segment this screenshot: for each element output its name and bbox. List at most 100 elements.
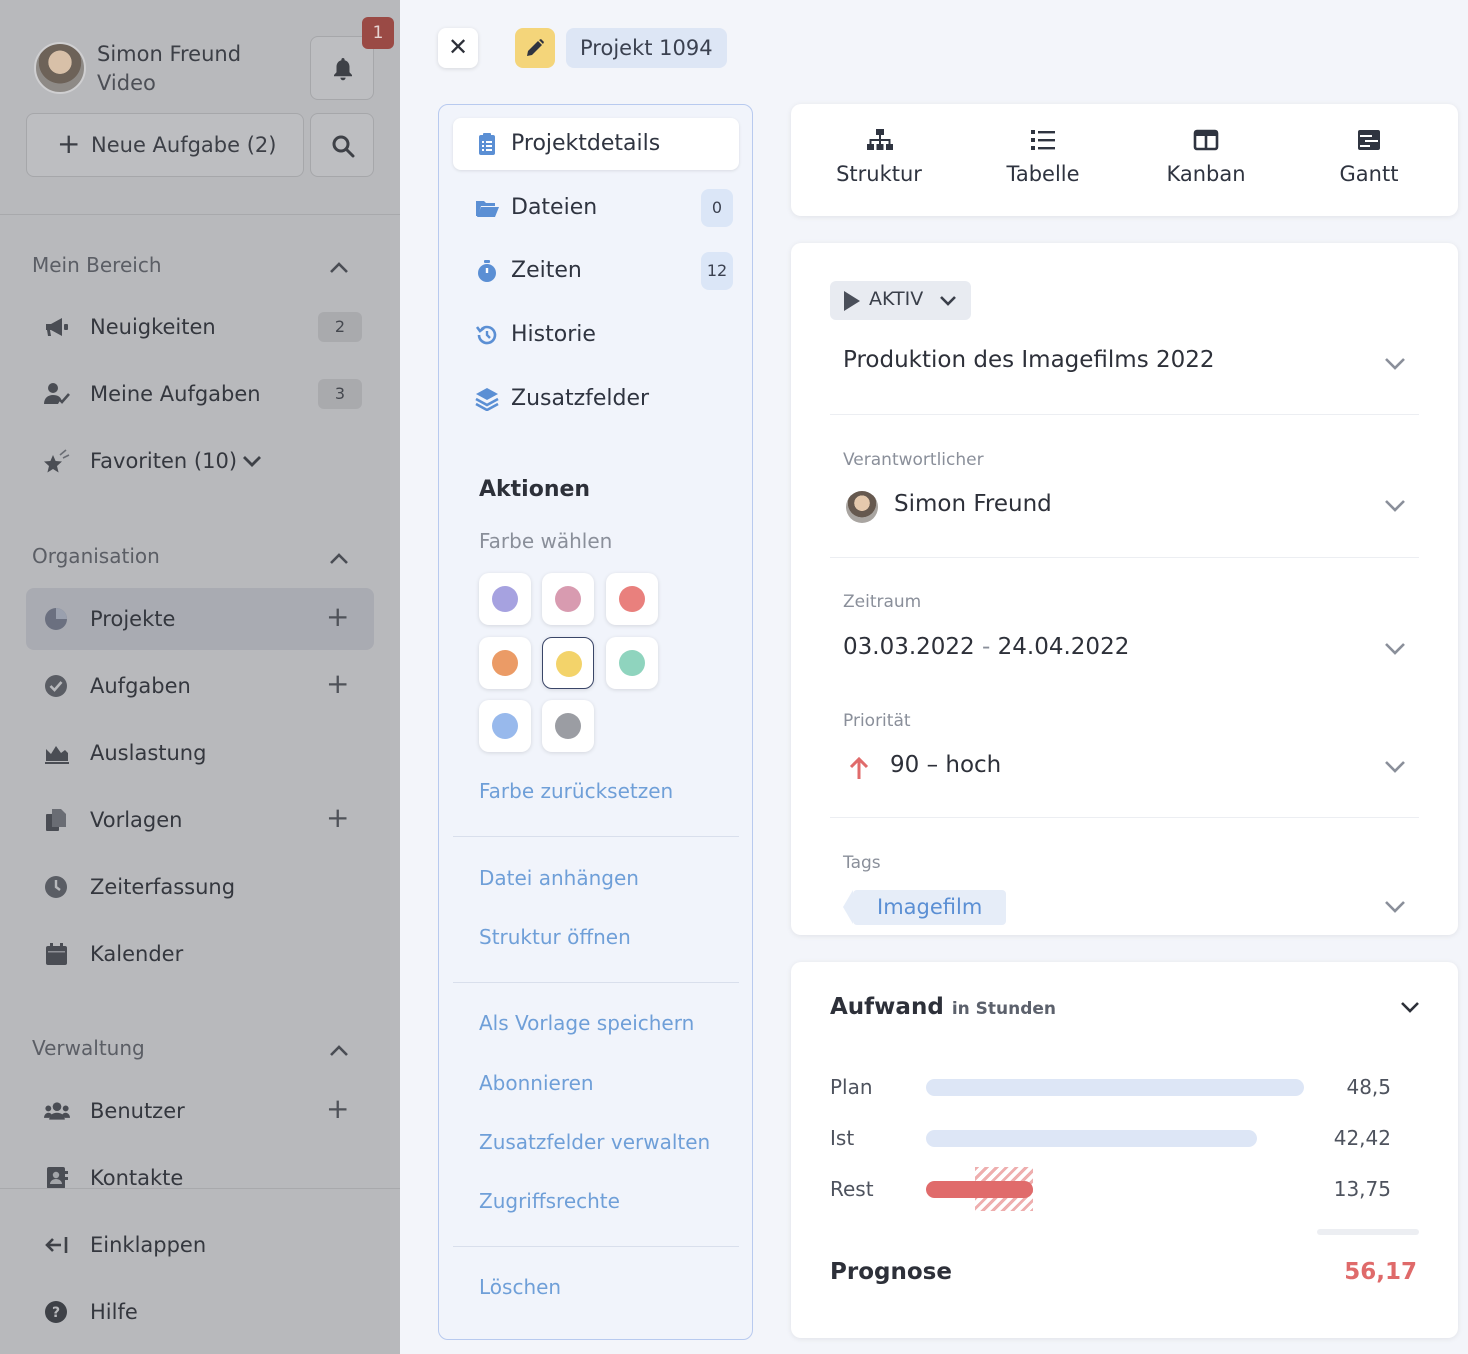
project-id-badge[interactable]: Projekt 1094 [566,28,727,68]
forecast-label: Prognose [830,1259,952,1285]
add-user-plus-icon[interactable]: + [326,1092,349,1125]
period-start: 03.03.2022 [843,634,975,660]
status-dropdown[interactable]: AKTIV [830,281,971,320]
color-swatch[interactable] [542,637,594,689]
reset-color-link[interactable]: Farbe zurücksetzen [479,779,673,803]
attach-file-link[interactable]: Datei anhängen [479,866,639,890]
sidebar-item-time-tracking[interactable]: Zeiterfassung [26,856,374,918]
search-button[interactable] [310,113,374,177]
manage-custom-fields-link[interactable]: Zusatzfelder verwalten [479,1130,710,1154]
nav-label: Zeiten [511,258,582,283]
color-swatch[interactable] [542,573,594,625]
user-avatar[interactable] [34,42,86,94]
access-rights-link[interactable]: Zugriffsrechte [479,1189,620,1213]
chevron-down-icon[interactable] [1383,899,1407,915]
sidebar-item-favorites[interactable]: Favoriten (10) [26,430,374,492]
clock-icon [45,876,67,898]
nav-history[interactable]: Historie [453,309,739,361]
section-organisation[interactable]: Organisation [32,544,160,568]
nav-times[interactable]: Zeiten 12 [453,245,739,297]
status-label: AKTIV [869,288,924,310]
effort-bar [926,1079,1304,1096]
chevron-down-icon[interactable] [1383,498,1407,514]
count-badge: 12 [701,252,733,290]
color-dot [556,651,582,677]
sidebar-item-workload[interactable]: Auslastung [26,722,374,784]
chevron-down-icon[interactable] [1383,759,1407,775]
sidebar-item-my-tasks[interactable]: Meine Aufgaben 3 [26,363,374,425]
subscribe-link[interactable]: Abonnieren [479,1071,594,1095]
chevron-down-icon[interactable] [1383,356,1407,372]
priority-label: Priorität [843,711,911,731]
owner-label: Verantwortlicher [843,450,984,470]
sidebar-item-label: Zeiterfassung [90,875,236,899]
new-task-button[interactable]: + Neue Aufgabe (2) [26,113,304,177]
sidebar-item-contacts[interactable]: Kontakte [26,1147,374,1209]
view-label: Gantt [1339,162,1399,186]
chevron-up-icon[interactable] [328,548,350,570]
save-as-template-link[interactable]: Als Vorlage speichern [479,1011,694,1035]
color-swatch[interactable] [606,573,658,625]
sidebar-item-users[interactable]: Benutzer + [26,1080,374,1142]
color-swatch[interactable] [479,573,531,625]
color-swatch[interactable] [606,637,658,689]
priority-value[interactable]: 90 – hoch [890,752,1001,778]
sidebar-item-news[interactable]: Neuigkeiten 2 [26,296,374,358]
sidebar-item-tasks[interactable]: Aufgaben + [26,655,374,717]
project-title[interactable]: Produktion des Imagefilms 2022 [843,347,1215,373]
notification-count-badge: 1 [362,17,394,49]
effort-bar [926,1130,1257,1147]
chevron-up-icon[interactable] [328,1040,350,1062]
effort-row-value: 48,5 [1346,1075,1391,1099]
period-separator: - [982,634,991,660]
sidebar-item-templates[interactable]: Vorlagen + [26,789,374,851]
user-name[interactable]: Simon Freund [97,40,241,69]
history-icon [475,325,497,345]
view-label: Kanban [1166,162,1246,186]
sidebar-item-calendar[interactable]: Kalender [26,923,374,985]
view-table-button[interactable]: Tabelle [973,104,1113,216]
owner-value[interactable]: Simon Freund [894,491,1052,517]
chevron-down-icon[interactable] [1383,641,1407,657]
arrow-up-icon [849,756,869,779]
add-project-plus-icon[interactable]: + [326,600,349,633]
forecast-value: 56,17 [1344,1259,1417,1285]
plus-icon: + [57,127,81,160]
view-gantt-button[interactable]: Gantt [1299,104,1439,216]
section-verwaltung[interactable]: Verwaltung [32,1036,145,1060]
add-task-plus-icon[interactable]: + [326,667,349,700]
view-structure-button[interactable]: Struktur [809,104,949,216]
tag-chip[interactable]: Imagefilm [842,890,1007,925]
add-template-plus-icon[interactable]: + [326,801,349,834]
effort-bar [926,1181,1033,1198]
chevron-up-icon[interactable] [328,257,350,279]
color-dot [492,713,518,739]
sidebar-item-projects[interactable]: Projekte + [26,588,374,650]
effort-card: Aufwand in Stunden Prognose 56,17 Plan 48… [791,962,1458,1338]
sidebar-item-help[interactable]: ? Hilfe [26,1281,374,1343]
close-button[interactable]: ✕ [438,28,478,68]
open-structure-link[interactable]: Struktur öffnen [479,925,631,949]
nav-files[interactable]: Dateien 0 [453,182,739,234]
color-swatch[interactable] [542,700,594,752]
check-circle-icon [45,675,67,697]
divider [830,414,1419,415]
chevron-down-icon[interactable] [1399,1000,1421,1016]
period-value[interactable]: 03.03.2022 - 24.04.2022 [843,634,1129,660]
nav-custom-fields[interactable]: Zusatzfelder [453,373,739,425]
color-swatch[interactable] [479,637,531,689]
view-label: Tabelle [1006,162,1080,186]
edit-button[interactable] [515,28,555,68]
sidebar-item-label: Meine Aufgaben [90,382,261,406]
color-swatch[interactable] [479,700,531,752]
sidebar-divider [0,214,400,215]
color-dot [492,586,518,612]
sidebar-item-label: Hilfe [90,1300,138,1324]
sidebar-item-collapse[interactable]: Einklappen [26,1214,374,1276]
section-mein-bereich[interactable]: Mein Bereich [32,253,162,277]
nav-project-details[interactable]: Projektdetails [453,118,739,170]
list-icon [1031,130,1055,150]
view-kanban-button[interactable]: Kanban [1136,104,1276,216]
nav-label: Dateien [511,195,598,220]
delete-link[interactable]: Löschen [479,1275,561,1299]
